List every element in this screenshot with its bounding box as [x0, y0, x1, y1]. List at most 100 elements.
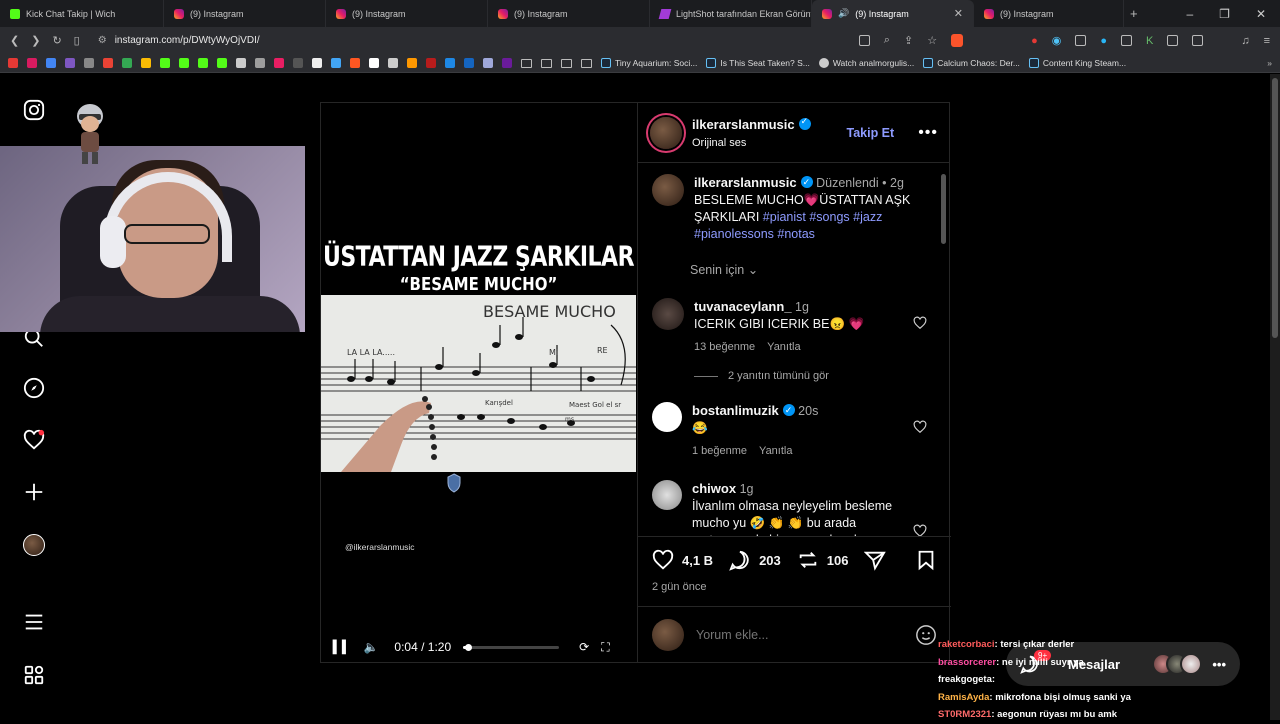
author-avatar[interactable] — [650, 116, 682, 149]
share-icon[interactable]: ⇪ — [904, 34, 913, 47]
notifications-heart-icon[interactable] — [22, 428, 46, 452]
save-bookmark-icon[interactable] — [915, 549, 937, 571]
bookmark-icon[interactable] — [426, 58, 436, 68]
commenter-avatar[interactable] — [652, 480, 682, 510]
cast-icon[interactable] — [858, 35, 870, 46]
bookmark-icon[interactable] — [84, 58, 94, 68]
tab-instagram-3[interactable]: (9) Instagram — [488, 0, 650, 27]
folder-icon[interactable] — [581, 58, 592, 68]
url-text[interactable]: instagram.com/p/DWtyWyOjVDI/ — [115, 35, 260, 46]
more-menu-icon[interactable] — [22, 610, 46, 634]
bookmark-steam-4[interactable]: Content King Steam... — [1028, 58, 1126, 68]
follow-button[interactable]: Takip Et — [846, 126, 894, 140]
bookmark-icon[interactable] — [255, 58, 265, 68]
address-bar[interactable]: ⚙ instagram.com/p/DWtyWyOjVDI/ — [92, 30, 847, 51]
pause-icon[interactable]: ▍▍ — [333, 640, 351, 654]
bookmark-icon[interactable] — [369, 58, 379, 68]
bookmark-icon[interactable] — [236, 58, 246, 68]
explore-icon[interactable] — [22, 376, 46, 400]
bookmarks-overflow-icon[interactable]: » — [1267, 58, 1272, 68]
new-tab-button[interactable]: + — [1124, 6, 1138, 21]
drive-icon[interactable] — [122, 58, 132, 68]
reddit-icon[interactable] — [350, 58, 360, 68]
sidebar-icon[interactable] — [1192, 35, 1204, 46]
comment-bubble-icon[interactable] — [729, 549, 751, 571]
youtube-icon[interactable] — [8, 58, 18, 68]
bookmark-icon[interactable] — [331, 58, 341, 68]
video-progress-knob[interactable] — [464, 643, 472, 651]
bookmark-icon[interactable] — [293, 58, 303, 68]
comment-username[interactable]: bostanlimuzik — [692, 403, 779, 418]
back-icon[interactable]: ❮ — [10, 34, 19, 47]
comment-username[interactable]: chiwox — [692, 481, 736, 496]
menu-icon[interactable]: ≡ — [1264, 35, 1270, 47]
extension-icon[interactable]: K — [1146, 35, 1153, 47]
volume-icon[interactable]: 🔈 — [363, 640, 378, 654]
bookmark-icon[interactable] — [141, 58, 151, 68]
audio-label[interactable]: Orijinal ses — [692, 137, 811, 149]
bookmark-steam-2[interactable]: Is This Seat Taken? S... — [706, 58, 810, 68]
tab-instagram-2[interactable]: (9) Instagram — [326, 0, 488, 27]
bookmark-icon[interactable] — [502, 58, 512, 68]
bookmark-icon[interactable] — [388, 58, 398, 68]
bookmark-icon[interactable] — [65, 58, 75, 68]
bookmark-icon[interactable] — [464, 58, 474, 68]
like-comment-heart-icon[interactable] — [913, 524, 927, 536]
reload-icon[interactable]: ↻ — [52, 34, 61, 47]
gmail-icon[interactable] — [103, 58, 113, 68]
emoji-icon[interactable] — [915, 624, 937, 646]
kick-icon[interactable] — [198, 58, 208, 68]
reply-button[interactable]: Yanıtla — [759, 445, 792, 457]
bookmark-icon[interactable]: ▯ — [74, 34, 80, 47]
extension-icon[interactable] — [1167, 35, 1179, 46]
kick-icon[interactable] — [179, 58, 189, 68]
extension-icon[interactable] — [1075, 35, 1087, 46]
comment-filter-dropdown[interactable]: Senin için ⌄ — [690, 262, 758, 277]
caption-username[interactable]: ilkerarslanmusic — [694, 175, 797, 190]
more-options-icon[interactable]: ••• — [918, 124, 938, 142]
bookmark-icon[interactable] — [483, 58, 493, 68]
more-options-icon[interactable]: ••• — [1212, 657, 1226, 672]
tab-kick-chat[interactable]: Kick Chat Takip | Wich — [0, 0, 164, 27]
folder-icon[interactable] — [561, 58, 572, 68]
comment-likes[interactable]: 13 beğenme — [694, 341, 755, 353]
star-icon[interactable]: ☆ — [927, 34, 937, 47]
brave-shield-icon[interactable] — [951, 34, 964, 47]
comments-scrollbar[interactable] — [940, 164, 948, 536]
kick-icon[interactable] — [160, 58, 170, 68]
repost-icon[interactable] — [797, 549, 819, 571]
zoom-icon[interactable]: ⌕ — [884, 34, 890, 47]
extension-icon[interactable]: ● — [1100, 35, 1107, 47]
forward-icon[interactable]: ❯ — [31, 34, 40, 47]
bookmark-icon[interactable] — [46, 58, 56, 68]
fullscreen-icon[interactable]: ⛶ — [601, 640, 609, 655]
bookmark-watch[interactable]: Watch analmorgulis... — [818, 58, 914, 68]
bookmark-icon[interactable] — [407, 58, 417, 68]
extension-icon[interactable]: ● — [1031, 35, 1038, 47]
create-plus-icon[interactable] — [22, 480, 46, 504]
like-heart-icon[interactable] — [652, 549, 674, 571]
video-progress-bar[interactable] — [463, 643, 560, 651]
folder-icon[interactable] — [521, 58, 532, 68]
tab-instagram-1[interactable]: (9) Instagram — [164, 0, 326, 27]
instagram-icon[interactable] — [27, 58, 37, 68]
close-icon[interactable]: ✕ — [954, 7, 963, 20]
extension-icon[interactable]: ◉ — [1052, 34, 1062, 47]
view-replies-button[interactable]: 2 yanıtın tümünü gör — [694, 370, 829, 382]
likes-count[interactable]: 4,1 B — [682, 553, 713, 568]
minimize-icon[interactable]: – — [1186, 7, 1193, 21]
tab-instagram-active[interactable]: 🔊 (9) Instagram ✕ — [812, 0, 974, 27]
like-comment-heart-icon[interactable] — [913, 316, 927, 330]
close-window-icon[interactable]: ✕ — [1256, 7, 1266, 21]
reply-button[interactable]: Yanıtla — [767, 341, 800, 353]
folder-icon[interactable] — [541, 58, 552, 68]
x-icon[interactable] — [312, 58, 322, 68]
tab-lightshot[interactable]: LightShot tarafından Ekran Görüntüs — [650, 0, 812, 27]
media-icon[interactable]: ♫ — [1241, 35, 1249, 47]
instagram-logo-icon[interactable] — [22, 98, 46, 122]
site-info-icon[interactable]: ⚙ — [98, 35, 107, 46]
like-comment-heart-icon[interactable] — [913, 420, 927, 434]
kick-icon[interactable] — [217, 58, 227, 68]
comment-username[interactable]: tuvanaceylann_ — [694, 299, 792, 314]
tab-instagram-5[interactable]: (9) Instagram — [974, 0, 1124, 27]
